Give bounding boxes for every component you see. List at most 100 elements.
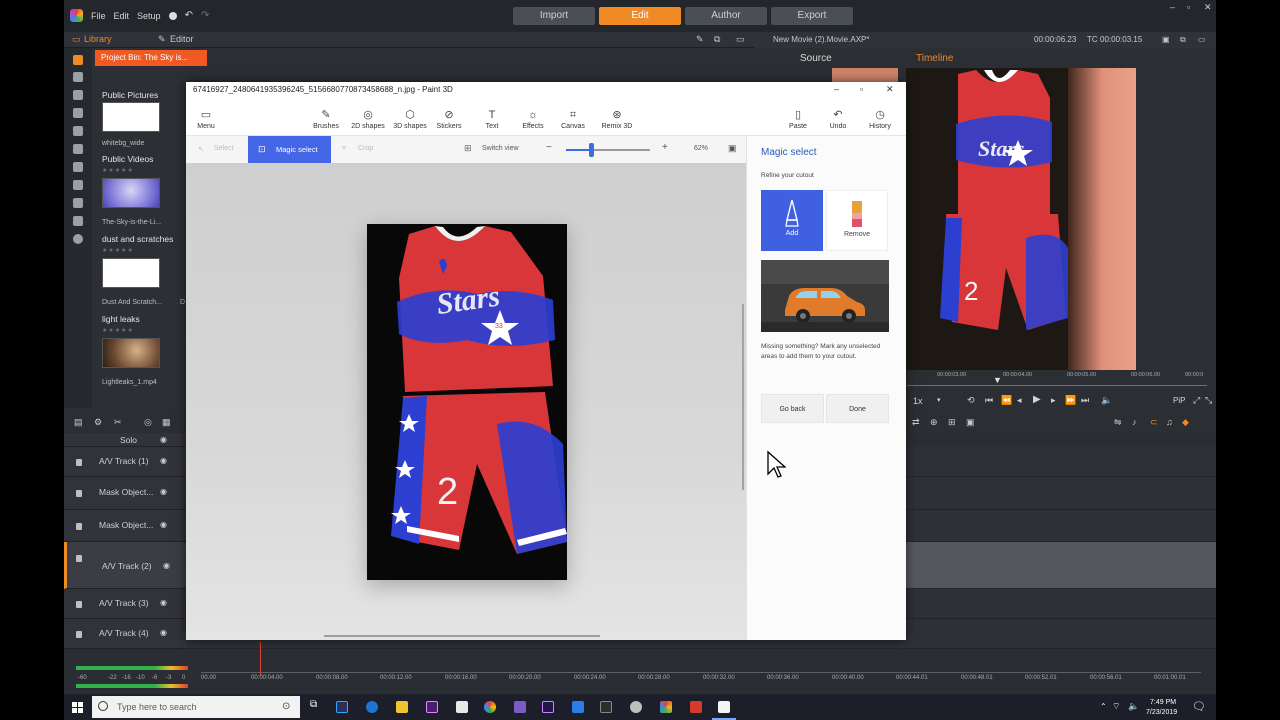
zoom-slider-thumb[interactable] [589,143,595,157]
disc-icon[interactable] [73,234,83,244]
category-public-pictures[interactable]: Public Pictures [102,90,158,100]
track-name[interactable]: A/V Track (1) [99,456,149,466]
jersey-photo[interactable]: Stars 33 2 [367,224,567,580]
lock-icon[interactable] [76,523,82,530]
menu-file[interactable]: File [91,11,106,21]
track-name[interactable]: Mask Object... [99,520,153,530]
shuffle-icon[interactable]: ⇄ [912,417,920,428]
minimize-icon[interactable]: – [834,84,839,94]
tool-canvas[interactable]: ⌗ Canvas [558,109,588,130]
premiere-icon[interactable] [426,701,438,713]
audio-icon[interactable]: ♫ [1166,417,1173,427]
sound-effects-icon[interactable] [73,198,83,208]
playhead-icon[interactable]: ▼ [993,375,1002,385]
go-start-icon[interactable]: ⏮ [985,395,993,406]
thumbnails-icon[interactable]: ▣ [966,417,975,428]
clock-date[interactable]: 7/23/2019 [1146,709,1177,716]
timeline-ruler[interactable]: -60 -22 -16 -10 -6 -3 0 00.00 00:00:04.0… [64,642,1216,692]
frame-forward-icon[interactable]: ▸ [1051,395,1056,406]
lock-icon[interactable] [76,601,82,608]
folders-icon[interactable] [73,90,83,100]
timecode-current[interactable]: 00:00:03.15 [1100,35,1142,44]
notifications-icon[interactable]: 🗨 [1192,700,1206,713]
track-header-av4[interactable]: A/V Track (4) ◉ [64,619,186,649]
scorefitter-icon[interactable]: ♪ [1132,417,1137,427]
magnet-icon[interactable]: ◎ [144,417,152,428]
music-icon[interactable] [73,144,83,154]
tool-2d-shapes[interactable]: ◎ 2D shapes [348,109,388,130]
track-name[interactable]: A/V Track (2) [102,561,152,571]
redo-icon[interactable]: ↷ [201,10,209,21]
tab-timeline[interactable]: Timeline [916,53,953,64]
mode-edit-button[interactable]: Edit [599,7,681,25]
expand-icon[interactable]: ▭ [1198,35,1206,44]
mode-import-button[interactable]: Import [513,7,595,25]
step-forward-icon[interactable]: ⏩ [1065,395,1076,406]
edge-icon[interactable] [366,701,378,713]
done-button[interactable]: Done [826,394,889,423]
lock-icon[interactable] [76,459,82,466]
grid-icon[interactable]: ▦ [162,417,171,428]
tab-source[interactable]: Source [800,53,832,64]
project-bin-header[interactable]: Project Bin: The Sky is... [95,50,207,66]
tool-brushes[interactable]: ✎ Brushes [311,109,341,130]
menu-setup[interactable]: Setup [137,11,161,21]
volume-tray-icon[interactable]: 🔈 [1128,701,1139,712]
terminal-icon[interactable] [600,701,612,713]
maximize-icon[interactable]: ▫ [1187,2,1190,12]
category-dust-and-scratches[interactable]: dust and scratches [102,234,173,244]
tool-effects[interactable]: ☼ Effects [518,109,548,130]
pinnacle-taskbar-icon[interactable] [660,701,672,713]
horizontal-scrollbar[interactable] [324,635,600,637]
remove-button[interactable]: Remove [826,190,888,251]
close-icon[interactable]: ✕ [1204,2,1212,13]
volume-icon[interactable]: 🔈 [1101,395,1112,406]
camtasia-icon[interactable] [690,701,702,713]
mode-export-button[interactable]: Export [771,7,853,25]
titles-icon[interactable] [73,162,83,172]
tray-chevron-icon[interactable]: ⌃ [1100,702,1107,711]
settings-icon[interactable]: ◆ [1182,417,1189,428]
chrome-icon[interactable] [484,701,496,713]
after-effects-icon[interactable] [542,701,554,713]
category-public-videos[interactable]: Public Videos [102,154,153,164]
speed-select[interactable]: 1x [913,396,923,406]
windows-start-icon[interactable] [72,702,83,713]
thumbnail-sky-video[interactable] [102,178,160,208]
lock-icon[interactable] [76,490,82,497]
zoom-in-icon[interactable]: + [662,142,668,153]
tool-remix-3d[interactable]: ⊛ Remix 3D [596,109,638,130]
project-bin-icon[interactable] [73,55,83,65]
lock-icon[interactable] [76,555,82,562]
zoom-slider[interactable] [566,143,650,157]
eye-icon[interactable]: ◉ [160,456,167,465]
undo-button[interactable]: ↶ Undo [826,109,850,130]
eye-icon[interactable]: ◉ [163,561,170,570]
fit-icon[interactable]: ⊕ [930,417,938,428]
tool-stickers[interactable]: ⊘ Stickers [434,109,464,130]
track-header-av1[interactable]: A/V Track (1) ◉ [64,447,186,477]
transitions-icon[interactable] [73,126,83,136]
magic-select-tool[interactable]: ⊡ Magic select [248,136,331,163]
layout-icon[interactable]: ▣ [1162,35,1170,44]
app-icon[interactable] [514,701,526,713]
eye-icon[interactable]: ◉ [160,628,167,637]
tools-icon[interactable]: ⚙ [94,417,102,428]
tool-3d-shapes[interactable]: ⬡ 3D shapes [390,109,430,130]
track-header-mask2[interactable]: Mask Object... ◉ [64,510,186,542]
step-back-icon[interactable]: ⏪ [1001,395,1012,406]
menu-edit[interactable]: Edit [114,11,130,21]
edit-icon[interactable]: ✎ [696,34,704,45]
menu-button[interactable]: ▭ Menu [194,109,218,130]
add-button[interactable]: Add [761,190,823,251]
close-icon[interactable]: ✕ [886,84,894,95]
tool-text[interactable]: T Text [480,109,504,130]
eye-icon[interactable]: ◉ [160,435,167,444]
fit-view-icon[interactable]: ▣ [728,143,737,154]
audio-mix-icon[interactable]: ⇋ [1114,417,1122,428]
snap-icon[interactable]: ⊞ [948,417,956,428]
switch-view-button[interactable]: Switch view [482,145,519,152]
arrow-app-icon[interactable] [572,701,584,713]
paste-button[interactable]: ▯ Paste [784,109,812,130]
undo-icon[interactable]: ↶ [185,10,193,21]
